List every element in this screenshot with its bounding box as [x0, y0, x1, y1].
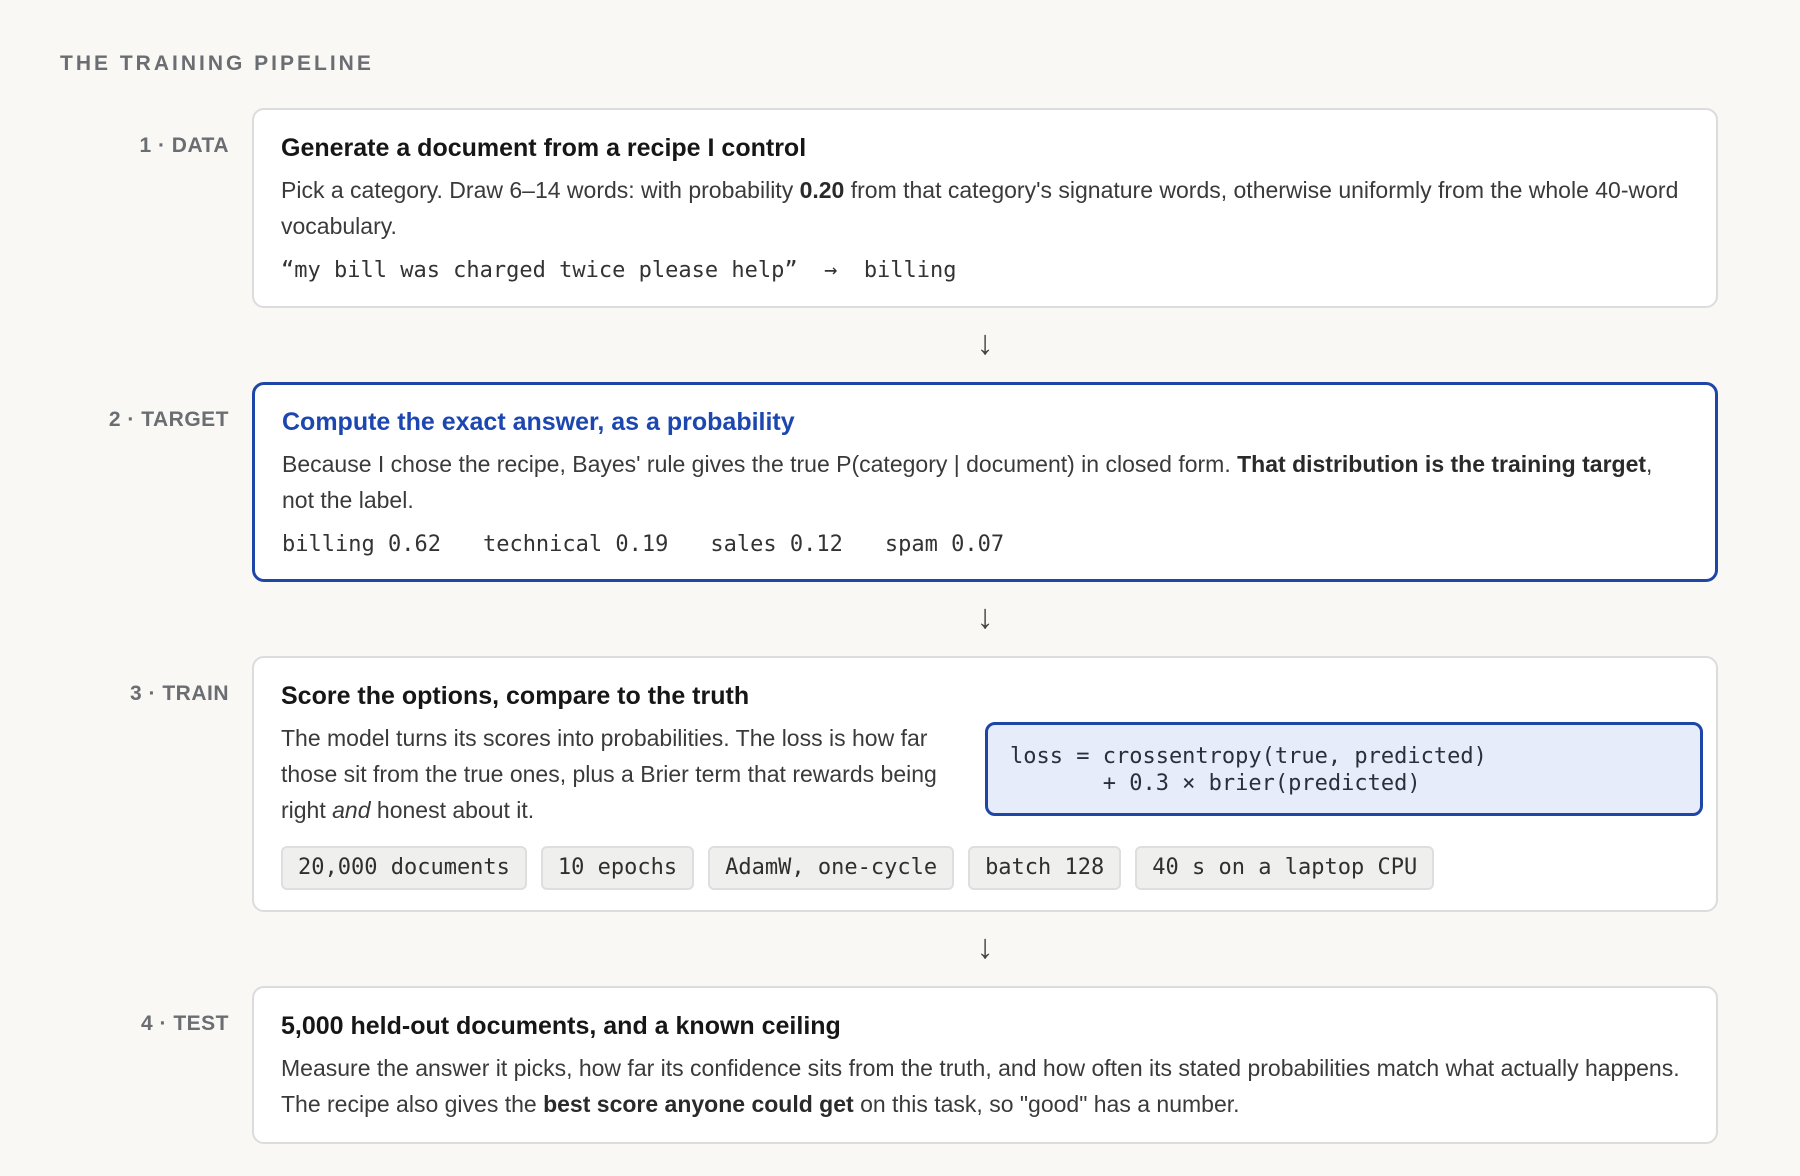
step-card-highlighted: Compute the exact answer, as a probabili… — [252, 382, 1718, 582]
step-data: 1 · DATA Generate a document from a reci… — [60, 108, 1740, 308]
step-label: 1 · DATA — [139, 134, 229, 157]
description-text: honest about it. — [370, 797, 535, 823]
step-label: 4 · TEST — [140, 1012, 229, 1035]
example-label: billing — [863, 258, 957, 283]
description-emphasis: 0.20 — [799, 177, 845, 203]
loss-formula-box: loss = crossentropy(true, predicted) + 0… — [985, 722, 1703, 816]
step-description: Pick a category. Draw 6–14 words: with p… — [281, 172, 1690, 244]
description-text: Pick a category. Draw 6–14 words: with p… — [281, 177, 800, 203]
flow-arrow-down: ↓ — [252, 308, 1718, 382]
arrow-down-icon: ↓ — [976, 928, 994, 966]
step-target: 2 · TARGET Compute the exact answer, as … — [60, 382, 1740, 582]
category-name: spam — [884, 532, 938, 557]
arrow-down-icon: ↓ — [976, 324, 994, 362]
training-pipeline-page: THE TRAINING PIPELINE 1 · DATA Generate … — [0, 0, 1800, 1176]
step-title: Score the options, compare to the truth — [281, 682, 750, 710]
step-description: Because I chose the recipe, Bayes' rule … — [282, 446, 1690, 518]
pipeline-heading: THE TRAINING PIPELINE — [60, 52, 374, 75]
loss-formula-line: loss = crossentropy(true, predicted) — [1010, 744, 1487, 769]
category-name: sales — [710, 532, 777, 557]
step-card: 5,000 held-out documents, and a known ce… — [252, 986, 1718, 1144]
example-arrow: → — [824, 258, 838, 283]
description-text: Because I chose the recipe, Bayes' rule … — [282, 451, 1238, 477]
arrow-down-icon: ↓ — [976, 598, 994, 636]
distribution-item: spam 0.07 — [885, 532, 1004, 557]
training-settings-chips: 20,000 documents 10 epochs AdamW, one-cy… — [281, 846, 1690, 890]
category-probability: 0.12 — [789, 532, 843, 557]
chip-epochs: 10 epochs — [540, 846, 695, 890]
category-probability: 0.62 — [387, 532, 441, 557]
step-card: Score the options, compare to the truth … — [252, 656, 1718, 912]
step-title: 5,000 held-out documents, and a known ce… — [281, 1012, 841, 1040]
category-probability: 0.07 — [951, 532, 1005, 557]
chip-batch-size: batch 128 — [968, 846, 1122, 890]
chip-train-time: 40 s on a laptop CPU — [1135, 846, 1435, 890]
description-italic: and — [332, 797, 371, 823]
category-name: billing — [282, 532, 375, 557]
step-test: 4 · TEST 5,000 held-out documents, and a… — [60, 986, 1740, 1144]
description-emphasis: That distribution is the training target — [1237, 451, 1647, 477]
train-content-row: The model turns its scores into probabil… — [281, 720, 1703, 828]
description-emphasis: best score anyone could get — [543, 1091, 854, 1117]
step-title: Generate a document from a recipe I cont… — [281, 134, 807, 162]
probability-distribution: billing 0.62 technical 0.19 sales 0.12 spam… — [282, 530, 1690, 560]
category-name: technical — [482, 532, 603, 557]
step-label: 2 · TARGET — [108, 408, 229, 431]
description-text: on this task, so "good" has a number. — [853, 1091, 1240, 1117]
distribution-item: billing 0.62 — [282, 532, 441, 557]
chip-dataset-size: 20,000 documents — [281, 846, 527, 890]
step-label: 3 · TRAIN — [130, 682, 229, 705]
step-title: Compute the exact answer, as a probabili… — [282, 408, 795, 436]
flow-arrow-down: ↓ — [252, 912, 1718, 986]
step-train: 3 · TRAIN Score the options, compare to … — [60, 656, 1740, 912]
flow-arrow-down: ↓ — [252, 582, 1718, 656]
distribution-item: sales 0.12 — [710, 532, 842, 557]
chip-optimizer: AdamW, one-cycle — [708, 846, 955, 890]
example-document: “my bill was charged twice please help” — [281, 258, 798, 283]
category-probability: 0.19 — [615, 532, 669, 557]
step-card: Generate a document from a recipe I cont… — [252, 108, 1718, 308]
step-description: Measure the answer it picks, how far its… — [281, 1050, 1690, 1122]
step-description: The model turns its scores into probabil… — [281, 720, 955, 828]
loss-formula-line: + 0.3 × brier(predicted) — [1010, 771, 1421, 796]
distribution-item: technical 0.19 — [483, 532, 668, 557]
example-document-line: “my bill was charged twice please help” … — [281, 256, 1690, 286]
